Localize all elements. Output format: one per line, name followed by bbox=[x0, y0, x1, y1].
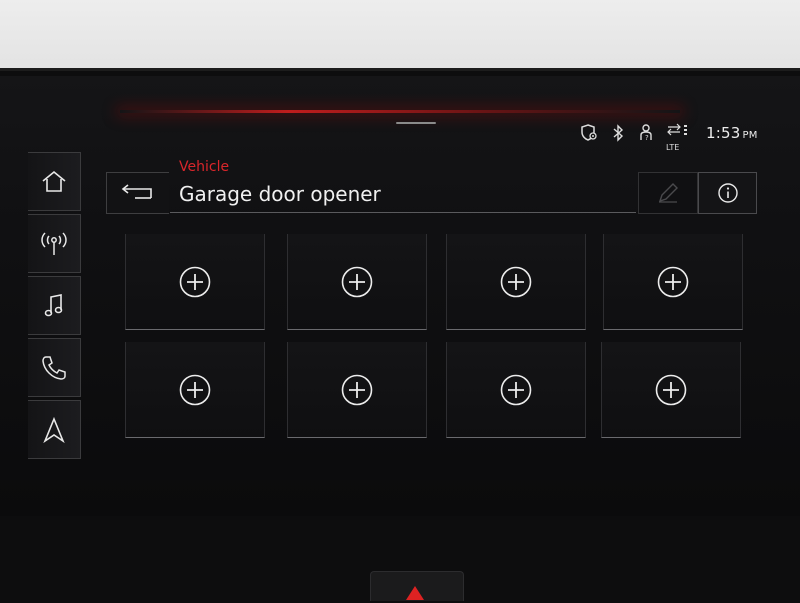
back-button[interactable] bbox=[106, 172, 169, 214]
garage-slot-add-button[interactable] bbox=[446, 342, 586, 438]
garage-slot-add-button[interactable] bbox=[603, 234, 743, 330]
user-icon: ? bbox=[638, 122, 656, 144]
sidebar-item-navigation[interactable] bbox=[28, 400, 81, 459]
navigation-icon bbox=[43, 416, 65, 443]
info-icon bbox=[717, 183, 738, 203]
add-icon bbox=[341, 266, 373, 297]
sidebar-item-music[interactable] bbox=[28, 276, 81, 335]
bluetooth-icon bbox=[612, 122, 624, 144]
sidebar bbox=[28, 152, 84, 462]
add-icon bbox=[179, 266, 211, 297]
hazard-triangle-icon bbox=[406, 586, 424, 600]
pencil-icon bbox=[658, 183, 678, 203]
garage-slot-add-button[interactable] bbox=[287, 234, 427, 330]
sidebar-item-home[interactable] bbox=[28, 152, 81, 211]
location-shield-icon bbox=[580, 122, 598, 144]
page-header: Vehicle Garage door opener bbox=[106, 152, 757, 214]
clock-time: 1:53 bbox=[706, 124, 741, 142]
music-icon bbox=[44, 293, 63, 316]
sidebar-item-radio[interactable] bbox=[28, 214, 81, 273]
title-area: Vehicle Garage door opener bbox=[170, 152, 636, 213]
add-icon bbox=[341, 374, 373, 405]
garage-slot-add-button[interactable] bbox=[287, 342, 427, 438]
radio-icon bbox=[41, 231, 67, 255]
clock-ampm: PM bbox=[742, 130, 758, 141]
add-icon bbox=[500, 374, 532, 405]
page-title: Garage door opener bbox=[179, 182, 381, 206]
clock: 1:53 PM bbox=[706, 124, 758, 142]
back-arrow-icon bbox=[121, 184, 152, 199]
garage-slot-add-button[interactable] bbox=[601, 342, 741, 438]
phone-icon bbox=[42, 355, 66, 380]
background-wall bbox=[0, 0, 800, 78]
garage-slot-add-button[interactable] bbox=[125, 342, 265, 438]
pull-down-handle[interactable] bbox=[396, 122, 436, 124]
home-icon bbox=[42, 170, 66, 192]
add-icon bbox=[655, 374, 687, 405]
garage-slot-add-button[interactable] bbox=[446, 234, 586, 330]
ambient-red-glow bbox=[120, 110, 680, 113]
breadcrumb[interactable]: Vehicle bbox=[179, 159, 229, 175]
info-button[interactable] bbox=[698, 172, 757, 214]
garage-slot-add-button[interactable] bbox=[125, 234, 265, 330]
sidebar-item-phone[interactable] bbox=[28, 338, 81, 397]
add-icon bbox=[657, 266, 689, 297]
add-icon bbox=[500, 266, 532, 297]
edit-button[interactable] bbox=[638, 172, 698, 214]
add-icon bbox=[179, 374, 211, 405]
svg-text:?: ? bbox=[645, 134, 649, 142]
